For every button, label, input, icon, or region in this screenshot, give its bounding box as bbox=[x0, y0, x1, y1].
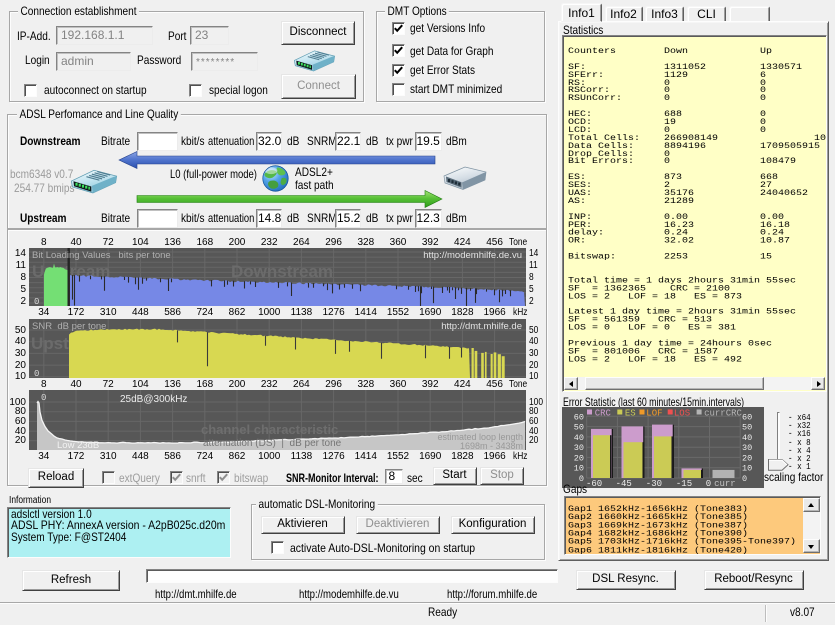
svg-text:-60: -60 bbox=[586, 479, 602, 488]
svg-text:-45: -45 bbox=[616, 479, 632, 488]
svg-text:http://dmt.mhilfe.de: http://dmt.mhilfe.de bbox=[441, 321, 522, 332]
svg-text:0: 0 bbox=[34, 297, 39, 306]
svg-text:1698m - 3438m: 1698m - 3438m bbox=[460, 441, 523, 450]
svg-text:25dB@300kHz: 25dB@300kHz bbox=[120, 394, 187, 405]
svg-text:CRC: CRC bbox=[595, 409, 612, 419]
svg-text:10: 10 bbox=[742, 464, 752, 474]
svg-text:-15: -15 bbox=[676, 479, 692, 488]
svg-text:-30: -30 bbox=[646, 479, 662, 488]
svg-text:currCRC: currCRC bbox=[704, 409, 742, 419]
svg-text:Low 23dB: Low 23dB bbox=[57, 440, 99, 450]
svg-text:30: 30 bbox=[574, 443, 584, 453]
svg-text:0: 0 bbox=[41, 393, 46, 403]
svg-text:channel characteristic: channel characteristic bbox=[201, 422, 338, 437]
svg-text:50: 50 bbox=[574, 423, 584, 433]
svg-text:Downstream: Downstream bbox=[231, 262, 333, 281]
svg-text:0: 0 bbox=[742, 474, 747, 484]
svg-text:30: 30 bbox=[742, 443, 752, 453]
svg-text:attenuation (DS) | dB per to: attenuation (DS) | dB per tone bbox=[203, 438, 342, 449]
svg-text:20: 20 bbox=[574, 453, 584, 463]
svg-text:50: 50 bbox=[742, 423, 752, 433]
svg-text:10: 10 bbox=[574, 464, 584, 474]
svg-text:SNR dB per tone: SNR dB per tone bbox=[32, 321, 106, 332]
svg-text:0: 0 bbox=[34, 369, 39, 378]
svg-text:LOS: LOS bbox=[674, 409, 690, 419]
svg-text:0: 0 bbox=[706, 479, 711, 488]
svg-text:curr: curr bbox=[714, 479, 736, 488]
svg-text:60: 60 bbox=[574, 412, 584, 422]
svg-text:20: 20 bbox=[742, 453, 752, 463]
svg-text:60: 60 bbox=[742, 412, 752, 422]
svg-text:40: 40 bbox=[742, 433, 752, 443]
svg-text:40: 40 bbox=[574, 433, 584, 443]
svg-text:LOF: LOF bbox=[646, 409, 662, 419]
svg-text:ES: ES bbox=[625, 409, 636, 419]
svg-text:Bit Loading Values bits per: Bit Loading Values bits per tone bbox=[32, 250, 171, 261]
svg-text:http://modemhilfe.de.vu: http://modemhilfe.de.vu bbox=[423, 250, 522, 261]
